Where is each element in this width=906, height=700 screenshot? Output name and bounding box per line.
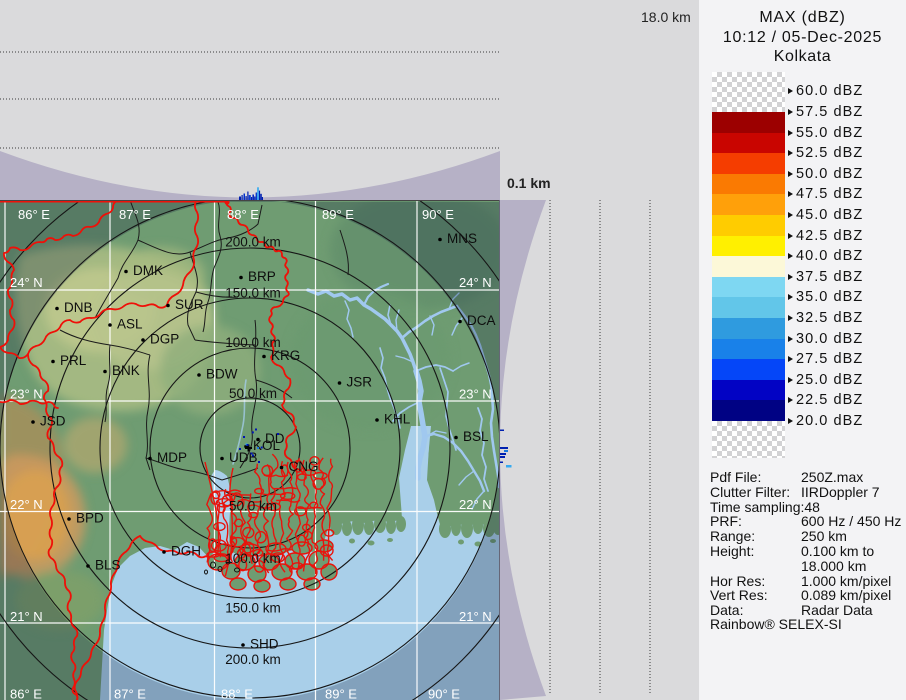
svg-text:89° E: 89° E <box>322 207 354 222</box>
svg-text:100.0 km: 100.0 km <box>225 551 281 566</box>
svg-text:PRL: PRL <box>60 353 87 368</box>
svg-text:MNS: MNS <box>447 231 477 246</box>
svg-text:KHL: KHL <box>384 412 411 427</box>
svg-text:200.0 km: 200.0 km <box>225 652 281 667</box>
svg-text:JSR: JSR <box>347 375 373 390</box>
svg-text:23° N: 23° N <box>10 387 43 402</box>
svg-text:86° E: 86° E <box>18 207 50 222</box>
svg-text:BPD: BPD <box>76 511 104 526</box>
svg-text:87° E: 87° E <box>114 687 146 700</box>
svg-text:150.0 km: 150.0 km <box>225 601 281 616</box>
svg-text:DMK: DMK <box>133 263 163 278</box>
svg-text:DNB: DNB <box>64 300 93 315</box>
svg-text:ASL: ASL <box>117 317 143 332</box>
svg-text:UDB: UDB <box>229 450 258 465</box>
svg-text:21° N: 21° N <box>459 609 492 624</box>
svg-text:24° N: 24° N <box>459 275 492 290</box>
svg-text:90° E: 90° E <box>428 687 460 700</box>
svg-text:BNK: BNK <box>112 363 140 378</box>
svg-text:90° E: 90° E <box>422 207 454 222</box>
svg-text:BRP: BRP <box>248 269 276 284</box>
svg-text:JSD: JSD <box>40 414 66 429</box>
svg-text:87° E: 87° E <box>119 207 151 222</box>
svg-text:150.0 km: 150.0 km <box>225 286 281 301</box>
svg-text:SUR: SUR <box>175 297 204 312</box>
svg-text:KRG: KRG <box>271 348 300 363</box>
svg-text:DCA: DCA <box>467 313 496 328</box>
svg-text:50.0 km: 50.0 km <box>229 499 277 514</box>
svg-text:86° E: 86° E <box>10 687 42 700</box>
svg-text:89° E: 89° E <box>325 687 357 700</box>
svg-text:DGH: DGH <box>171 544 201 559</box>
svg-text:24° N: 24° N <box>10 275 43 290</box>
svg-text:88° E: 88° E <box>221 687 253 700</box>
svg-text:CNG: CNG <box>289 459 319 474</box>
svg-text:23° N: 23° N <box>459 387 492 402</box>
svg-text:BDW: BDW <box>206 367 238 382</box>
svg-text:BSL: BSL <box>463 429 489 444</box>
svg-text:22° N: 22° N <box>459 497 492 512</box>
svg-text:BLS: BLS <box>95 558 121 573</box>
svg-text:21° N: 21° N <box>10 609 43 624</box>
svg-text:200.0 km: 200.0 km <box>225 235 281 250</box>
svg-text:SHD: SHD <box>250 637 279 652</box>
svg-text:88° E: 88° E <box>227 207 259 222</box>
svg-text:DGP: DGP <box>150 332 179 347</box>
svg-text:22° N: 22° N <box>10 497 43 512</box>
svg-text:50.0 km: 50.0 km <box>229 386 277 401</box>
svg-text:MDP: MDP <box>157 450 187 465</box>
